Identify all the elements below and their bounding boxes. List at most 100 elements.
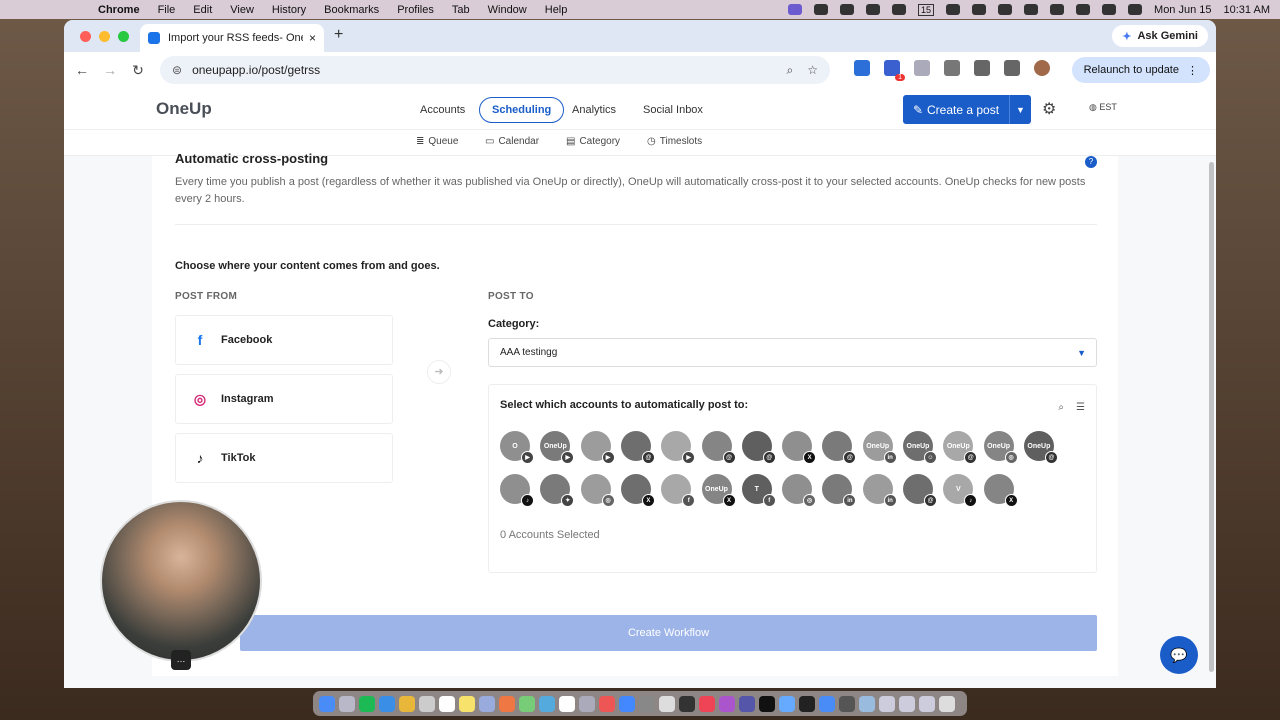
status-app-icon[interactable]: [840, 4, 855, 15]
app-icon[interactable]: [499, 695, 515, 712]
account-avatar[interactable]: OneUp ◎: [983, 431, 1018, 464]
status-app-icon[interactable]: [892, 4, 907, 15]
wifi-icon[interactable]: [1050, 4, 1065, 15]
menu-app-name[interactable]: Chrome: [98, 4, 140, 16]
account-avatar[interactable]: Tf: [741, 474, 776, 507]
timezone-label[interactable]: ◍ EST: [1089, 102, 1117, 113]
account-avatar[interactable]: OneUp ▶: [540, 431, 575, 464]
create-post-button[interactable]: ✎ Create a post ▼: [903, 95, 1031, 124]
account-avatar[interactable]: ◎: [782, 474, 817, 507]
app-icon[interactable]: [819, 695, 835, 712]
account-avatar[interactable]: O ▶: [500, 431, 534, 464]
source-facebook[interactable]: f Facebook: [175, 315, 393, 365]
settings-gear-icon[interactable]: ⚙: [1042, 99, 1056, 119]
new-tab-button[interactable]: +: [334, 26, 343, 44]
podcasts-icon[interactable]: [719, 695, 735, 712]
account-avatar[interactable]: @: [822, 431, 857, 464]
menubar-time[interactable]: 10:31 AM: [1224, 4, 1270, 16]
account-avatar[interactable]: f: [661, 474, 696, 507]
menu-edit[interactable]: Edit: [193, 4, 212, 16]
account-avatar[interactable]: @: [701, 431, 736, 464]
more-options-icon[interactable]: …: [171, 650, 191, 670]
menu-tab[interactable]: Tab: [452, 4, 470, 16]
battery-icon[interactable]: [1024, 4, 1039, 15]
app-icon[interactable]: [479, 695, 495, 712]
account-avatar[interactable]: X: [620, 474, 655, 507]
puzzle-extensions-icon[interactable]: [944, 60, 960, 76]
status-app-icon[interactable]: [866, 4, 881, 15]
menu-help[interactable]: Help: [545, 4, 568, 16]
tv-icon[interactable]: [759, 695, 775, 712]
account-avatar[interactable]: OneUp @: [1023, 431, 1058, 464]
app-icon[interactable]: [879, 695, 895, 712]
chat-support-icon[interactable]: 💬: [1160, 636, 1198, 674]
account-avatar[interactable]: ♪: [500, 474, 534, 507]
app-icon[interactable]: [419, 695, 435, 712]
account-avatar[interactable]: ◎: [580, 474, 615, 507]
close-window-button[interactable]: [80, 31, 91, 42]
search-icon[interactable]: ⌕: [1058, 402, 1064, 413]
ask-gemini-button[interactable]: ✦ Ask Gemini: [1112, 25, 1208, 47]
subnav-category[interactable]: ▤ Category: [566, 136, 620, 147]
nav-scheduling[interactable]: Scheduling: [479, 97, 565, 123]
app-icon[interactable]: [899, 695, 915, 712]
extension-icon[interactable]: 1: [884, 60, 905, 81]
account-avatar[interactable]: in: [822, 474, 857, 507]
app-icon[interactable]: [579, 695, 595, 712]
subnav-queue[interactable]: ≣ Queue: [416, 136, 458, 147]
source-instagram[interactable]: ◎ Instagram: [175, 374, 393, 424]
site-info-icon[interactable]: ⊜: [172, 63, 182, 77]
nav-analytics[interactable]: Analytics: [560, 97, 628, 123]
menu-history[interactable]: History: [272, 4, 306, 16]
menu-file[interactable]: File: [158, 4, 176, 16]
source-tiktok[interactable]: ♪ TikTok: [175, 433, 393, 483]
status-app-icon[interactable]: [946, 4, 961, 15]
page-scrollbar[interactable]: [1209, 162, 1214, 672]
status-app-icon[interactable]: [972, 4, 987, 15]
calendar-app-icon[interactable]: [439, 695, 455, 712]
forward-icon[interactable]: →: [96, 62, 124, 78]
status-app-icon[interactable]: [814, 4, 829, 15]
account-avatar[interactable]: OneUp @: [943, 431, 978, 464]
create-post-dropdown-icon[interactable]: ▼: [1009, 95, 1031, 124]
profile-avatar[interactable]: [1034, 60, 1050, 76]
subnav-calendar[interactable]: ▭ Calendar: [485, 136, 539, 147]
account-avatar[interactable]: OneUp X: [701, 474, 736, 507]
zoom-lens-icon[interactable]: ⌕: [787, 63, 794, 78]
app-icon[interactable]: [839, 695, 855, 712]
help-icon[interactable]: ?: [1085, 156, 1097, 168]
menubar-date[interactable]: Mon Jun 15: [1154, 4, 1211, 16]
account-avatar[interactable]: X: [983, 474, 1018, 507]
app-icon[interactable]: [539, 695, 555, 712]
calendar-day-icon[interactable]: 15: [918, 3, 935, 16]
bluetooth-icon[interactable]: [998, 4, 1013, 15]
terminal-icon[interactable]: [799, 695, 815, 712]
notes-icon[interactable]: [459, 695, 475, 712]
help-app-icon[interactable]: [659, 695, 675, 712]
address-bar[interactable]: ⊜ oneupapp.io/post/getrss ⌕ ☆: [160, 56, 830, 84]
menu-view[interactable]: View: [230, 4, 254, 16]
app-icon[interactable]: [919, 695, 935, 712]
app-icon[interactable]: [599, 695, 615, 712]
account-avatar[interactable]: @: [741, 431, 776, 464]
screen-record-icon[interactable]: [788, 4, 803, 15]
trash-icon[interactable]: [939, 695, 955, 712]
relaunch-to-update-button[interactable]: Relaunch to update ⋮: [1071, 57, 1210, 83]
extension-icon[interactable]: [854, 60, 870, 76]
oneup-logo[interactable]: OneUp: [156, 99, 212, 119]
control-center-icon[interactable]: [1102, 4, 1117, 15]
spotlight-search-icon[interactable]: [1076, 4, 1091, 15]
subnav-timeslots[interactable]: ◷ Timeslots: [647, 136, 702, 147]
app-store-icon[interactable]: [619, 695, 635, 712]
nav-social-inbox[interactable]: Social Inbox: [631, 97, 715, 123]
app-icon[interactable]: [859, 695, 875, 712]
reload-icon[interactable]: ↻: [124, 62, 152, 79]
nav-accounts[interactable]: Accounts: [408, 97, 477, 123]
maps-icon[interactable]: [519, 695, 535, 712]
chrome-icon[interactable]: [399, 695, 415, 712]
url-text[interactable]: oneupapp.io/post/getrss: [192, 63, 320, 77]
zoom-window-button[interactable]: [118, 31, 129, 42]
account-avatar[interactable]: ▶: [661, 431, 696, 464]
account-avatar[interactable]: X: [782, 431, 817, 464]
browser-tab[interactable]: Import your RSS feeds- OneUp ×: [140, 24, 324, 52]
